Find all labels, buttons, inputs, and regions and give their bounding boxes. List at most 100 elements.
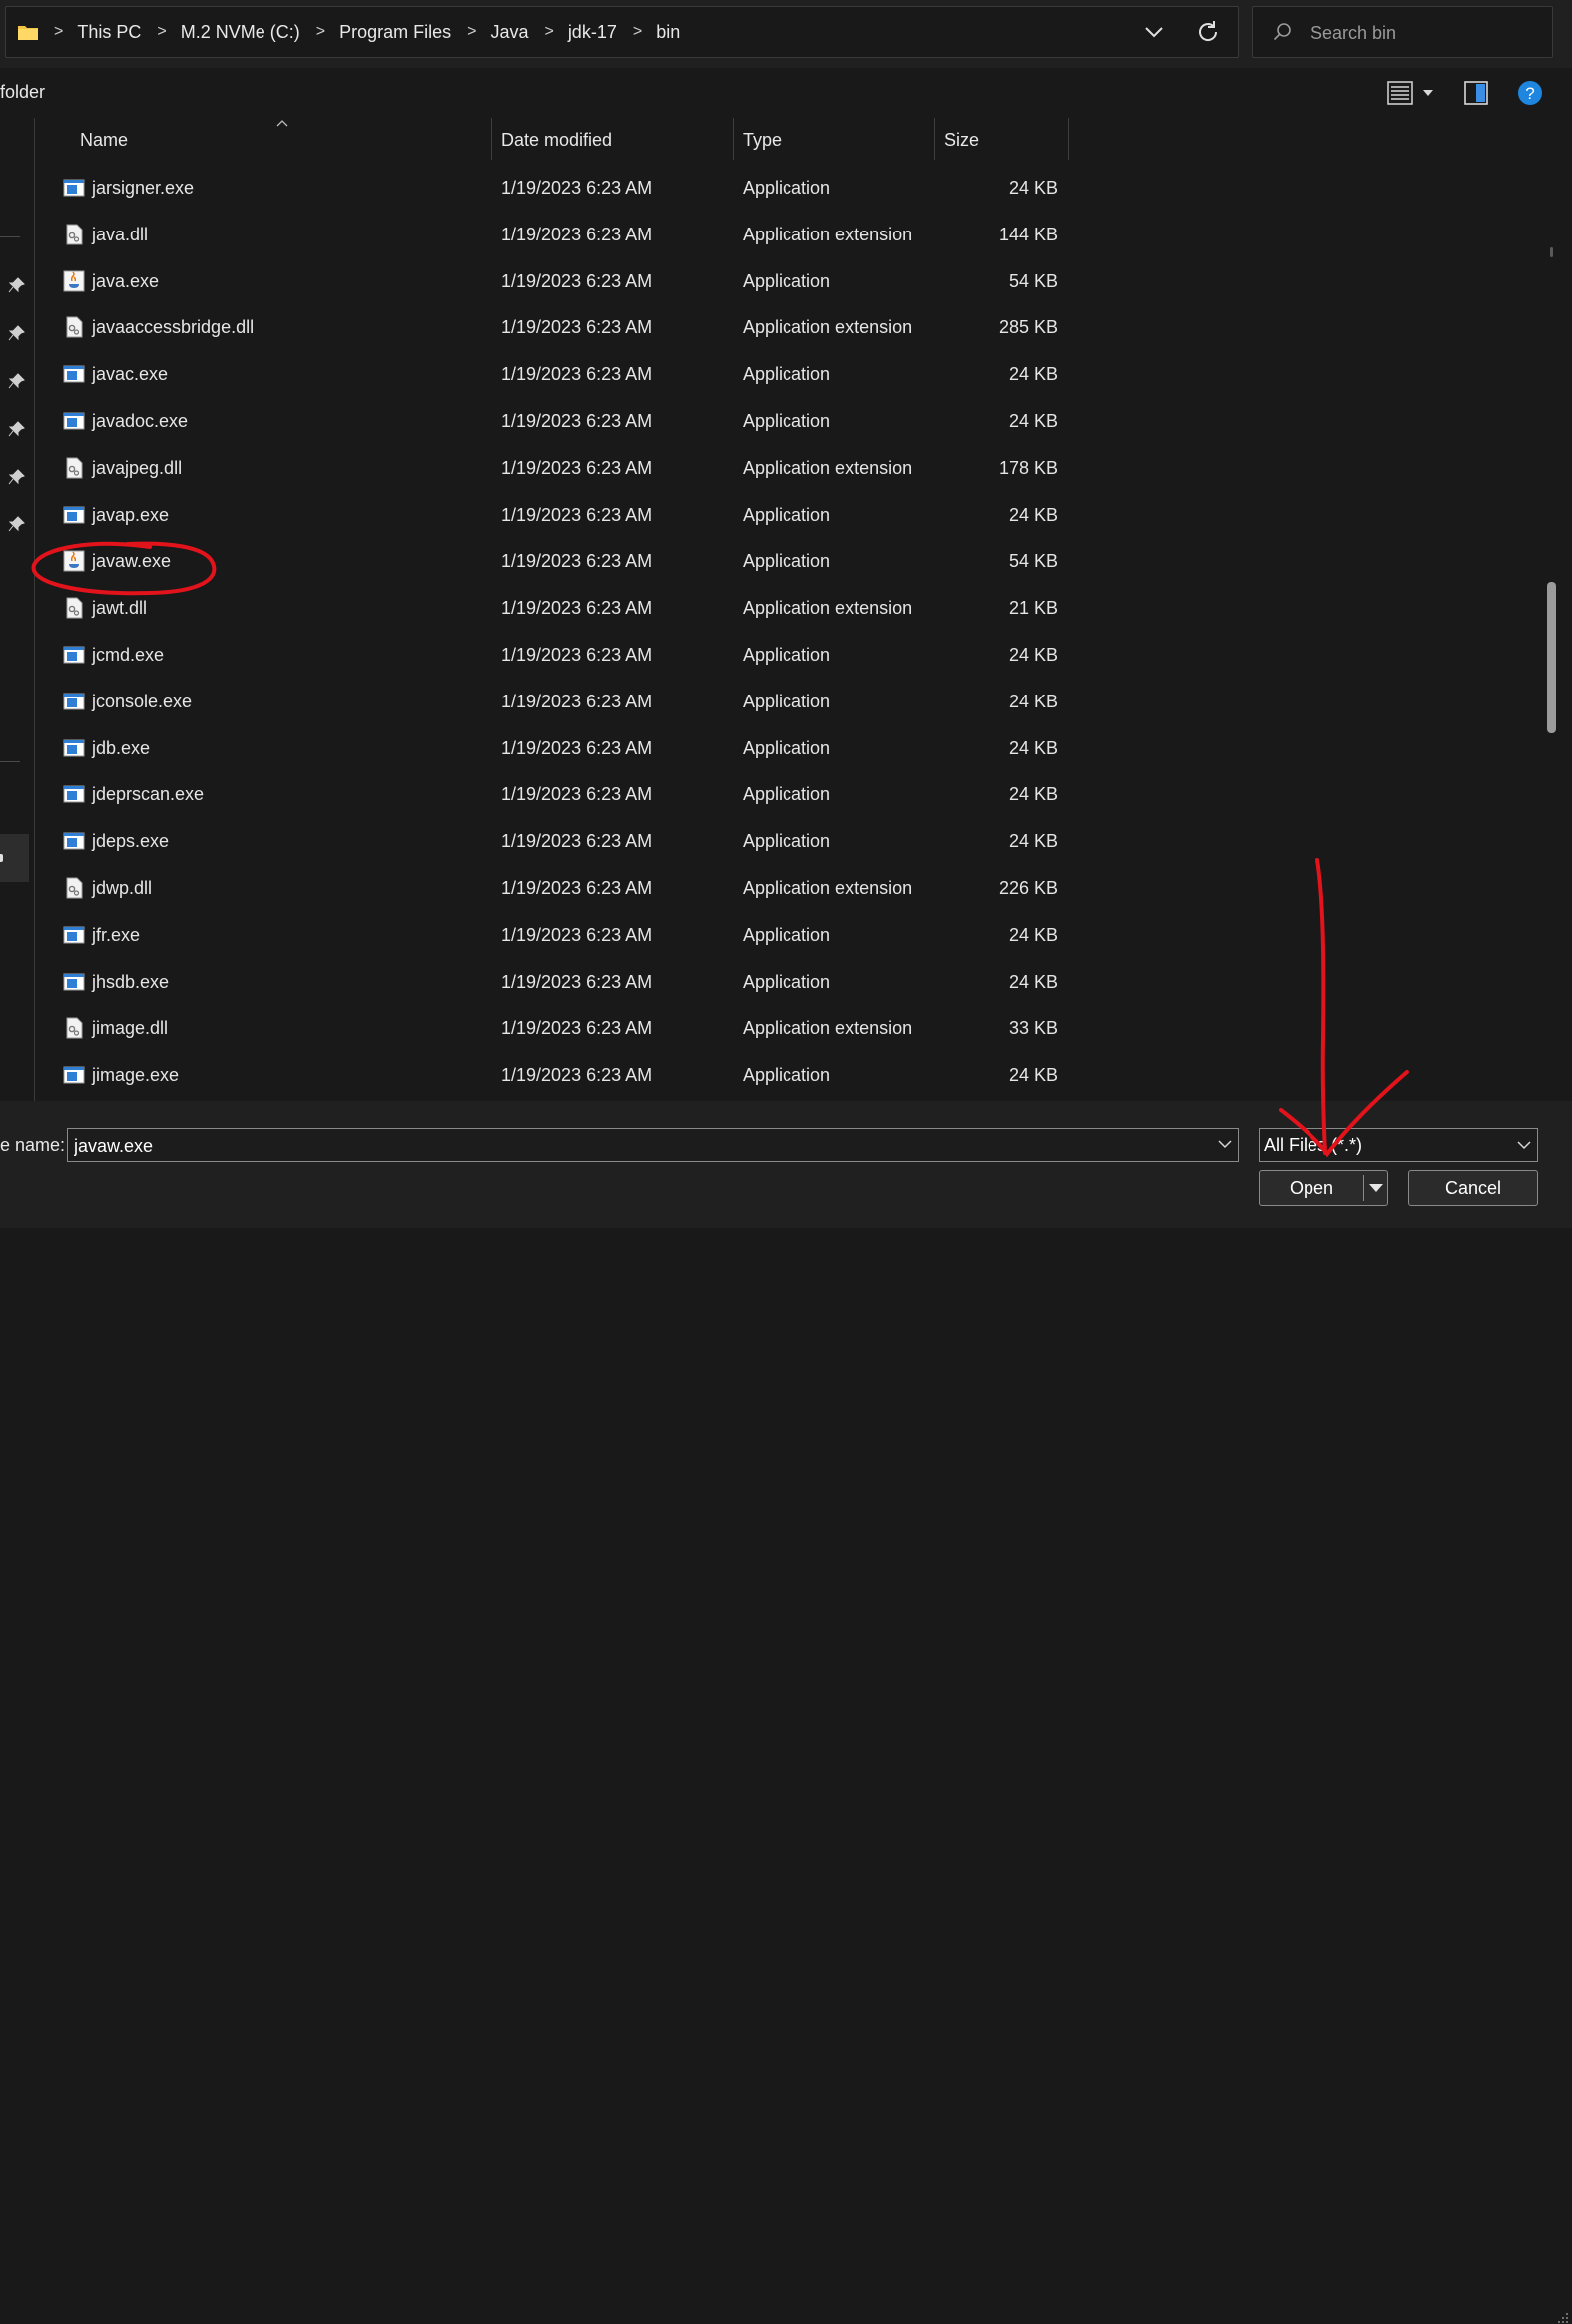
file-name[interactable]: javaw.exe [92,538,171,585]
file-row[interactable]: jhsdb.exe 1/19/2023 6:23 AM Application 24 … [36,959,1543,1006]
file-name[interactable]: jcmd.exe [92,632,164,679]
java-icon [63,550,85,572]
scrollbar-thumb[interactable] [1547,582,1556,733]
search-input[interactable] [1309,19,1542,47]
breadcrumb-program-files[interactable]: Program Files [339,22,451,43]
file-row[interactable]: javaaccessbridge.dll 1/19/2023 6:23 AM App… [36,304,1543,351]
file-type: Application extension [743,317,913,338]
file-row[interactable]: javap.exe 1/19/2023 6:23 AM Application 24 … [36,492,1543,539]
file-date: 1/19/2023 6:23 AM [501,317,653,338]
chevron-right-icon[interactable]: > [157,23,166,41]
chevron-down-icon[interactable] [1218,1139,1232,1149]
pin-icon[interactable] [8,324,26,342]
chevron-down-icon[interactable] [1143,21,1165,43]
pin-icon[interactable] [8,276,26,294]
file-size: 24 KB [1008,1065,1058,1086]
file-row[interactable]: jimage.dll 1/19/2023 6:23 AM Application e… [36,1005,1543,1052]
file-row[interactable]: javajpeg.dll 1/19/2023 6:23 AM Application… [36,445,1543,492]
open-button-label[interactable]: Open [1260,1171,1363,1205]
column-divider[interactable] [491,118,492,160]
file-name[interactable]: javac.exe [92,351,168,398]
column-type[interactable]: Type [743,118,782,162]
file-name[interactable]: jconsole.exe [92,679,192,725]
breadcrumb-java[interactable]: Java [490,22,528,43]
preview-pane-icon[interactable] [1464,81,1488,105]
open-button[interactable]: Open [1259,1170,1388,1206]
help-icon[interactable]: ? [1517,80,1543,106]
file-type: Application [743,270,831,291]
file-row[interactable]: jarsigner.exe 1/19/2023 6:23 AM Applicatio… [36,165,1543,212]
file-row[interactable]: jdb.exe 1/19/2023 6:23 AM Application 24 KB [36,725,1543,772]
file-name[interactable]: jimage.dll [92,1005,168,1052]
new-folder-button[interactable]: folder [0,82,45,103]
column-divider[interactable] [733,118,734,160]
nav-item-selected[interactable] [0,834,29,882]
column-name[interactable]: Name [80,118,128,162]
column-date-modified[interactable]: Date modified [501,118,612,162]
file-name[interactable]: javajpeg.dll [92,445,182,492]
pane-divider[interactable] [34,118,35,1101]
column-size[interactable]: Size [944,118,979,162]
view-details-icon[interactable] [1387,81,1413,105]
file-name[interactable]: javap.exe [92,492,169,539]
file-row[interactable]: java.dll 1/19/2023 6:23 AM Application ext… [36,212,1543,258]
breadcrumb-bin[interactable]: bin [656,22,680,43]
file-name[interactable]: jimage.exe [92,1052,179,1099]
refresh-icon[interactable] [1195,19,1221,45]
file-name[interactable]: jdeprscan.exe [92,771,204,818]
file-date: 1/19/2023 6:23 AM [501,551,653,572]
chevron-down-icon[interactable] [1517,1140,1531,1150]
column-divider[interactable] [1068,118,1069,160]
file-row[interactable]: jawt.dll 1/19/2023 6:23 AM Application ext… [36,585,1543,632]
file-name[interactable]: jhsdb.exe [92,959,169,1006]
column-divider[interactable] [934,118,935,160]
chevron-right-icon[interactable]: > [633,23,642,41]
exe-icon [63,363,85,385]
file-name-input[interactable] [72,1133,1194,1159]
file-row[interactable]: javaw.exe 1/19/2023 6:23 AM Application 54 … [36,538,1543,585]
file-name[interactable]: java.dll [92,212,148,258]
file-name[interactable]: jdeps.exe [92,818,169,865]
file-name[interactable]: jarsigner.exe [92,165,194,212]
chevron-right-icon[interactable]: > [467,23,476,41]
file-row[interactable]: jfr.exe 1/19/2023 6:23 AM Application 24 KB [36,912,1543,959]
breadcrumb-this-pc[interactable]: This PC [77,22,141,43]
file-row[interactable]: javac.exe 1/19/2023 6:23 AM Application 24 … [36,351,1543,398]
file-name[interactable]: javadoc.exe [92,398,188,445]
file-row[interactable]: jconsole.exe 1/19/2023 6:23 AM Application… [36,679,1543,725]
file-row[interactable]: jdeps.exe 1/19/2023 6:23 AM Application 24 … [36,818,1543,865]
caret-down-icon[interactable] [1423,89,1433,97]
chevron-right-icon[interactable]: > [544,23,553,41]
pin-icon[interactable] [8,468,26,486]
pin-icon[interactable] [8,372,26,390]
search-box[interactable] [1252,6,1553,58]
file-date: 1/19/2023 6:23 AM [501,598,653,619]
cancel-button[interactable]: Cancel [1408,1170,1538,1206]
file-type: Application [743,551,831,572]
file-row[interactable]: jimage.exe 1/19/2023 6:23 AM Application 24… [36,1052,1543,1099]
file-name[interactable]: jawt.dll [92,585,147,632]
file-name-combobox[interactable] [67,1128,1239,1162]
file-name[interactable]: javaaccessbridge.dll [92,304,254,351]
file-row[interactable]: jdeprscan.exe 1/19/2023 6:23 AM Applicatio… [36,771,1543,818]
file-type: Application [743,831,831,852]
file-type-filter[interactable]: All Files (*.*) [1259,1128,1538,1162]
file-type: Application [743,971,831,992]
file-name[interactable]: java.exe [92,258,159,305]
file-row[interactable]: jcmd.exe 1/19/2023 6:23 AM Application 24 K… [36,632,1543,679]
file-row[interactable]: javadoc.exe 1/19/2023 6:23 AM Application 2… [36,398,1543,445]
pin-icon[interactable] [8,515,26,533]
address-bar[interactable]: > This PC > M.2 NVMe (C:) > Program File… [5,6,1239,58]
file-name[interactable]: jdwp.dll [92,865,152,912]
breadcrumb-drive[interactable]: M.2 NVMe (C:) [181,22,300,43]
resize-grip-icon[interactable] [1557,2312,1569,2324]
chevron-right-icon[interactable]: > [316,23,325,41]
file-row[interactable]: java.exe 1/19/2023 6:23 AM Application 54 K… [36,258,1543,305]
caret-down-icon[interactable] [1369,1183,1383,1193]
exe-icon [63,410,85,432]
pin-icon[interactable] [8,420,26,438]
breadcrumb-jdk[interactable]: jdk-17 [568,22,617,43]
file-row[interactable]: jdwp.dll 1/19/2023 6:23 AM Application ext… [36,865,1543,912]
file-name[interactable]: jdb.exe [92,725,150,772]
file-name[interactable]: jfr.exe [92,912,140,959]
